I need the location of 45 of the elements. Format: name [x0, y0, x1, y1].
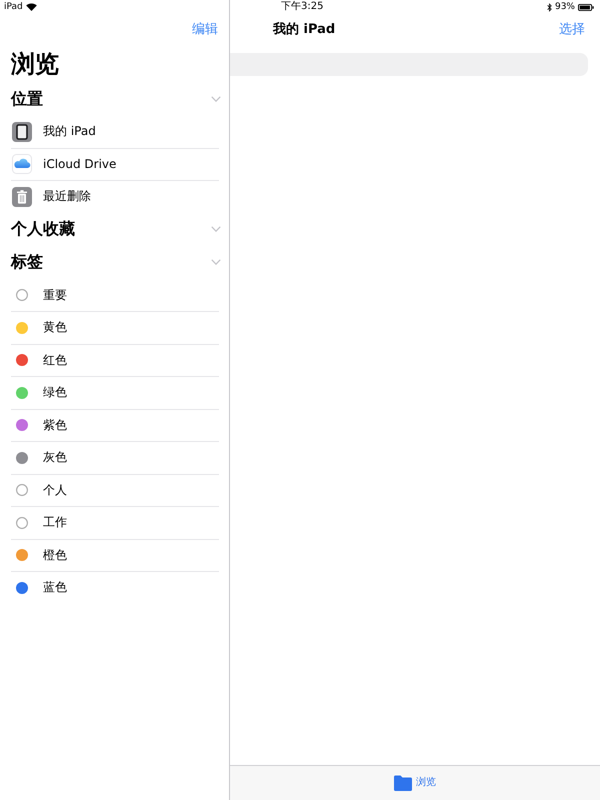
chevron-icon[interactable] — [211, 259, 221, 265]
tag-item[interactable]: 橙色 — [11, 538, 219, 571]
cloud-icon — [12, 154, 32, 174]
tag-circle-icon — [16, 484, 28, 496]
bluetooth-icon — [546, 2, 552, 12]
tag-item[interactable]: 灰色 — [11, 441, 219, 474]
section-title: 标签 — [11, 252, 43, 272]
tag-circle-icon — [16, 289, 28, 302]
tag-dot-icon — [16, 549, 28, 562]
tab-button[interactable]: 浏览 — [394, 775, 436, 791]
sidebar-item[interactable]: 最近删除 — [11, 180, 219, 212]
battery-percent: 93% — [554, 2, 575, 12]
tag-item[interactable]: 个人 — [11, 474, 219, 506]
tag-item[interactable]: 红色 — [11, 344, 219, 376]
folder-icon — [394, 775, 412, 791]
tag-item[interactable]: 紫色 — [11, 408, 219, 441]
status-time: 下午3:25 — [281, 1, 324, 13]
chevron-icon[interactable] — [211, 226, 221, 232]
edit-button[interactable]: 编辑 — [192, 22, 218, 38]
trash-icon — [12, 186, 32, 207]
tag-circle-icon — [16, 516, 28, 529]
sidebar-item[interactable]: 我的 iPad — [11, 115, 219, 148]
battery-icon — [578, 4, 594, 10]
device-name: iPad — [4, 2, 23, 12]
tag-item[interactable]: 绿色 — [11, 376, 219, 408]
tag-dot-icon — [16, 419, 28, 432]
tag-item[interactable]: 蓝色 — [11, 571, 219, 604]
sidebar-title: 浏览 — [10, 49, 59, 80]
sidebar-item[interactable]: iCloud Drive — [11, 148, 219, 180]
tag-dot-icon — [16, 582, 28, 594]
tag-dot-icon — [16, 322, 28, 334]
tag-dot-icon — [16, 354, 28, 366]
folder-title: 我的 iPad — [273, 22, 336, 38]
section-title: 位置 — [11, 88, 43, 108]
tag-dot-icon — [16, 452, 28, 464]
select-button[interactable]: 选择 — [559, 22, 585, 38]
section-title: 个人收藏 — [11, 219, 75, 239]
tag-item[interactable]: 黄色 — [11, 311, 219, 344]
chevron-icon[interactable] — [211, 96, 221, 102]
tablet-icon — [12, 122, 32, 142]
tag-item[interactable]: 工作 — [11, 506, 219, 538]
wifi-icon — [26, 3, 37, 11]
tag-dot-icon — [16, 386, 28, 399]
tag-item[interactable]: 重要 — [11, 278, 219, 311]
search-field[interactable] — [230, 53, 588, 76]
